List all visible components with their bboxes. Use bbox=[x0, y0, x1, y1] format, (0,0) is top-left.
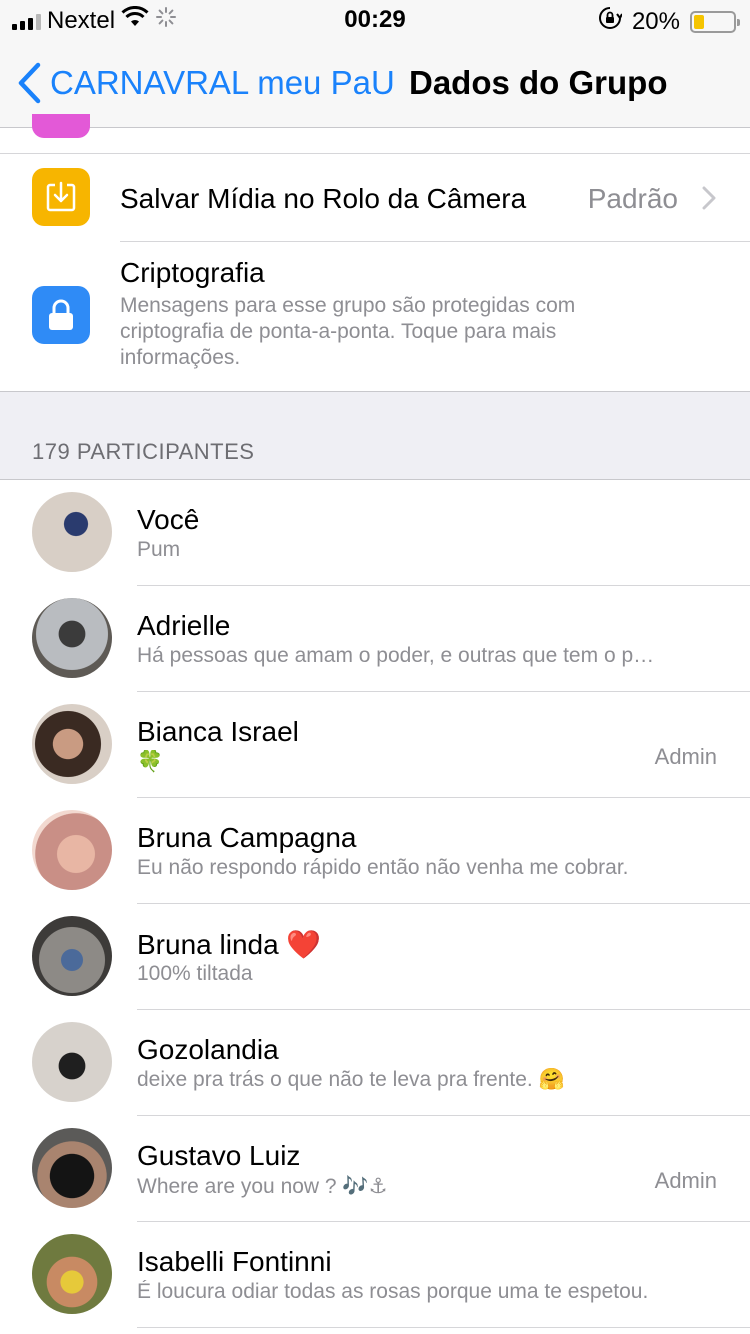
participant-status: É loucura odiar todas as rosas porque um… bbox=[137, 1280, 649, 1303]
participant-row[interactable]: Bruna linda ❤️ 100% tiltada bbox=[0, 904, 750, 1010]
participant-name: Gozolandia bbox=[137, 1034, 279, 1065]
avatar bbox=[32, 492, 112, 572]
participant-row[interactable]: Isabelli Fontinni É loucura odiar todas … bbox=[0, 1222, 750, 1328]
participant-row[interactable]: Adrielle Há pessoas que amam o poder, e … bbox=[0, 586, 750, 692]
avatar bbox=[32, 1022, 112, 1102]
participant-name: Bianca Israel bbox=[137, 716, 299, 747]
participants-list: Você Pum Adrielle Há pessoas que amam o … bbox=[0, 480, 750, 1328]
avatar bbox=[32, 598, 112, 678]
participant-status: deixe pra trás o que não te leva pra fre… bbox=[137, 1068, 565, 1091]
chevron-right-icon bbox=[702, 186, 716, 215]
participant-row[interactable]: Gozolandia deixe pra trás o que não te l… bbox=[0, 1010, 750, 1116]
navigation-bar: CARNAVRAL meu PaU Dados do Grupo bbox=[0, 40, 750, 128]
status-bar: Nextel 00:29 20% bbox=[0, 0, 750, 40]
participant-status: Where are you now ? 🎶⚓ bbox=[137, 1175, 388, 1198]
back-button[interactable]: CARNAVRAL meu PaU bbox=[16, 62, 395, 104]
participants-count: 179 PARTICIPANTES bbox=[32, 439, 255, 464]
save-media-row[interactable]: Salvar Mídia no Rolo da Câmera Padrão bbox=[0, 154, 750, 242]
participant-status: Há pessoas que amam o poder, e outras qu… bbox=[137, 644, 655, 667]
back-button-label: CARNAVRAL meu PaU bbox=[50, 64, 395, 101]
participant-status: Pum bbox=[137, 538, 181, 561]
divider bbox=[137, 1327, 750, 1328]
chevron-left-icon bbox=[18, 62, 41, 104]
participant-row[interactable]: Bianca Israel 🍀 Admin bbox=[0, 692, 750, 798]
avatar bbox=[32, 1128, 112, 1208]
settings-row-icon bbox=[32, 114, 90, 138]
participant-status: Eu não respondo rápido então não venha m… bbox=[137, 856, 629, 879]
avatar bbox=[32, 916, 112, 996]
participant-row[interactable]: Você Pum bbox=[0, 480, 750, 586]
participant-name: Você bbox=[137, 504, 200, 535]
encryption-title: Criptografia bbox=[120, 257, 265, 288]
group-info-screen: Nextel 00:29 20% CARNAVRAL meu PaU Dados… bbox=[0, 0, 750, 1334]
partial-settings-row[interactable] bbox=[0, 114, 750, 154]
participant-row[interactable]: Gustavo Luiz Where are you now ? 🎶⚓ Admi… bbox=[0, 1116, 750, 1222]
battery-percent: 20% bbox=[631, 7, 680, 35]
participant-name: Bruna linda ❤️ bbox=[137, 929, 322, 960]
lock-icon bbox=[32, 286, 90, 344]
save-media-value: Padrão bbox=[587, 183, 678, 214]
participant-name: Bruna Campagna bbox=[137, 822, 357, 853]
participant-row[interactable]: Bruna Campagna Eu não respondo rápido en… bbox=[0, 798, 750, 904]
admin-badge: Admin bbox=[654, 744, 717, 769]
encryption-description: Mensagens para esse grupo são protegidas… bbox=[120, 294, 576, 369]
avatar bbox=[32, 810, 112, 890]
participant-status: 🍀 bbox=[137, 750, 164, 773]
page-title: Dados do Grupo bbox=[409, 64, 668, 101]
avatar bbox=[32, 704, 112, 784]
avatar bbox=[32, 1234, 112, 1314]
admin-badge: Admin bbox=[654, 1168, 717, 1193]
participant-status: 100% tiltada bbox=[137, 962, 253, 985]
participant-name: Adrielle bbox=[137, 610, 231, 641]
participants-section-header: 179 PARTICIPANTES bbox=[0, 392, 750, 480]
battery-icon bbox=[690, 10, 740, 33]
orientation-lock-icon bbox=[598, 6, 623, 37]
encryption-row[interactable]: Criptografia Mensagens para esse grupo s… bbox=[0, 242, 750, 392]
participant-name: Isabelli Fontinni bbox=[137, 1246, 332, 1277]
participant-name: Gustavo Luiz bbox=[137, 1140, 301, 1171]
save-to-camera-roll-icon bbox=[32, 168, 90, 226]
save-media-label: Salvar Mídia no Rolo da Câmera bbox=[120, 183, 527, 214]
